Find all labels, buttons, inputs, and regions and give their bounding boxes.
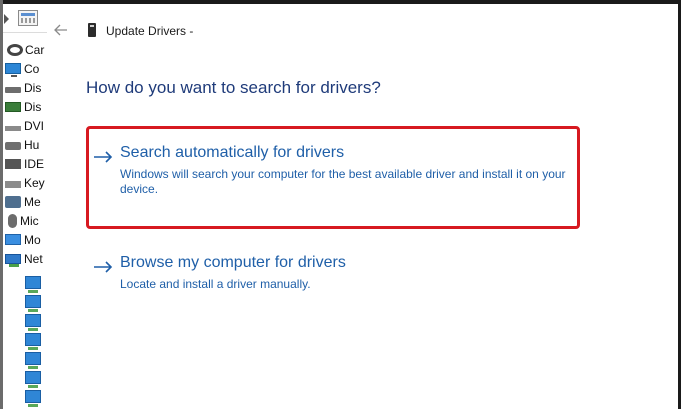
computer-icon: [5, 63, 21, 77]
toolbar-forward-icon[interactable]: [4, 14, 9, 24]
ide-controller-icon: [5, 158, 21, 169]
tree-item-memory[interactable]: Me: [5, 192, 47, 211]
arrow-right-icon: [93, 150, 113, 163]
back-arrow-icon[interactable]: [53, 22, 69, 38]
tree-item-label: Me: [24, 194, 41, 209]
device-manager-tree: Car Co Dis Dis DVI Hu IDE Key Me Mic Mo: [3, 4, 47, 409]
tree-item-label: Mo: [24, 232, 41, 247]
display-adapter-icon: [5, 101, 21, 112]
memory-icon: [5, 195, 21, 208]
option-title[interactable]: Browse my computer for drivers: [120, 254, 346, 272]
properties-icon[interactable]: [18, 10, 38, 26]
tree-item-mice[interactable]: Mic: [5, 211, 47, 230]
toolbar-divider: [3, 32, 47, 33]
tree-item-label: DVI: [24, 118, 45, 133]
network-adapter-icon[interactable]: [25, 276, 41, 293]
device-manager-toolbar: [3, 4, 47, 34]
device-icon: [88, 23, 96, 37]
tree-item-label: Net: [24, 251, 43, 266]
network-adapter-icon[interactable]: [25, 371, 41, 388]
tree-item-network-adapters[interactable]: Net: [5, 249, 47, 268]
tree-item-label: Dis: [24, 99, 42, 114]
page-heading: How do you want to search for drivers?: [86, 78, 381, 97]
network-adapter-icon[interactable]: [25, 352, 41, 369]
tree-item-label: Dis: [24, 80, 42, 95]
monitor-icon: [5, 234, 21, 245]
tree-item-cameras[interactable]: Car: [5, 40, 47, 59]
option-description: Locate and install a driver manually.: [120, 277, 311, 291]
keyboard-icon: [5, 181, 21, 188]
tree-item-label: Mic: [20, 213, 39, 228]
tree-item-label: IDE: [24, 156, 45, 171]
option-title[interactable]: Search automatically for drivers: [120, 144, 344, 162]
tree-item-label: Hu: [24, 137, 40, 152]
dvd-drive-icon: [5, 126, 21, 131]
tree-item-display-adapters[interactable]: Dis: [5, 97, 47, 116]
network-adapter-icon[interactable]: [25, 333, 41, 350]
tree-item-disk-drives[interactable]: Dis: [5, 78, 47, 97]
tree-item-human-interface[interactable]: Hu: [5, 135, 47, 154]
hid-icon: [5, 142, 21, 150]
camera-icon: [7, 43, 23, 56]
tree-item-monitors[interactable]: Mo: [5, 230, 47, 249]
disk-drive-icon: [5, 87, 21, 93]
tree-item-computer[interactable]: Co: [5, 59, 47, 78]
tree-item-label: Car: [25, 42, 45, 57]
tree-item-label: Co: [24, 61, 40, 76]
option-description: Windows will search your computer for th…: [120, 167, 566, 196]
arrow-right-icon: [93, 260, 113, 273]
tree-item-dvd-drives[interactable]: DVI: [5, 116, 47, 135]
tree-item-label: Key: [24, 175, 45, 190]
tree-item-ide-controllers[interactable]: IDE: [5, 154, 47, 173]
network-adapter-icon[interactable]: [25, 390, 41, 407]
network-adapter-icon: [5, 253, 21, 267]
dialog-title: Update Drivers -: [106, 24, 194, 38]
search-automatically-option[interactable]: Search automatically for drivers Windows…: [93, 144, 573, 204]
mouse-icon: [8, 213, 17, 228]
update-drivers-dialog: Update Drivers - How do you want to sear…: [47, 4, 678, 409]
network-adapter-icon[interactable]: [25, 314, 41, 331]
browse-computer-option[interactable]: Browse my computer for drivers Locate an…: [93, 254, 573, 299]
network-adapter-icon[interactable]: [25, 295, 41, 312]
tree-item-keyboards[interactable]: Key: [5, 173, 47, 192]
